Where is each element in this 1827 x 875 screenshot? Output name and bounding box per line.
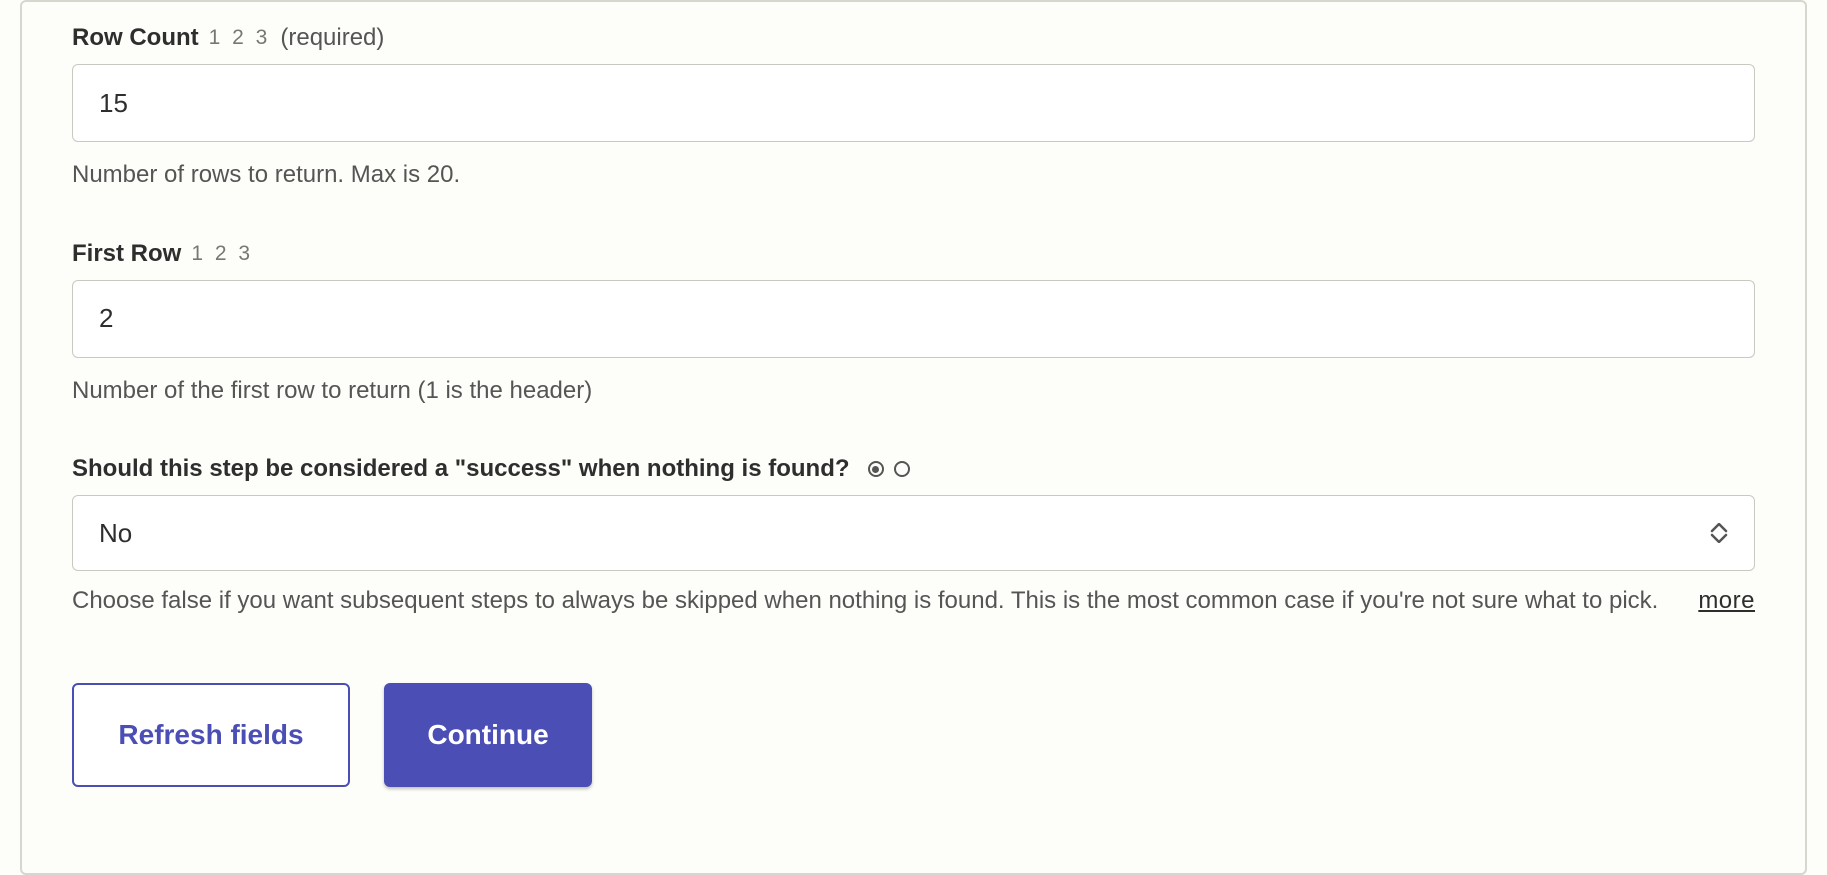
first-row-input[interactable]: 2 (72, 280, 1755, 358)
select-chevrons-icon (1710, 523, 1728, 543)
success-empty-label-row: Should this step be considered a "succes… (72, 455, 1755, 483)
continue-label: Continue (427, 719, 548, 751)
first-row-type-hint: 1 2 3 (191, 242, 253, 266)
refresh-fields-label: Refresh fields (118, 719, 303, 751)
boolean-type-icon (868, 461, 910, 477)
row-count-value: 15 (99, 88, 128, 119)
continue-button[interactable]: Continue (384, 683, 592, 787)
button-row: Refresh fields Continue (72, 683, 1755, 787)
field-row-count: Row Count 1 2 3 (required) 15 Number of … (72, 24, 1755, 192)
first-row-value: 2 (99, 303, 113, 334)
row-count-type-hint: 1 2 3 (209, 26, 271, 50)
row-count-required: (required) (280, 24, 384, 52)
row-count-help: Number of rows to return. Max is 20. (72, 158, 1755, 192)
success-empty-help: Choose false if you want subsequent step… (72, 587, 1668, 615)
field-first-row: First Row 1 2 3 2 Number of the first ro… (72, 240, 1755, 408)
row-count-input[interactable]: 15 (72, 64, 1755, 142)
row-count-label: Row Count (72, 24, 199, 52)
field-success-empty: Should this step be considered a "succes… (72, 455, 1755, 615)
success-empty-value: No (99, 518, 132, 549)
row-count-label-row: Row Count 1 2 3 (required) (72, 24, 1755, 52)
refresh-fields-button[interactable]: Refresh fields (72, 683, 350, 787)
radio-filled-icon (868, 461, 884, 477)
first-row-help: Number of the first row to return (1 is … (72, 374, 1755, 408)
success-empty-select[interactable]: No (72, 495, 1755, 571)
first-row-label: First Row (72, 240, 181, 268)
success-empty-help-row: Choose false if you want subsequent step… (72, 587, 1755, 615)
radio-empty-icon (894, 461, 910, 477)
more-link[interactable]: more (1698, 587, 1755, 615)
form-panel: Row Count 1 2 3 (required) 15 Number of … (20, 0, 1807, 875)
success-empty-label: Should this step be considered a "succes… (72, 455, 850, 483)
first-row-label-row: First Row 1 2 3 (72, 240, 1755, 268)
